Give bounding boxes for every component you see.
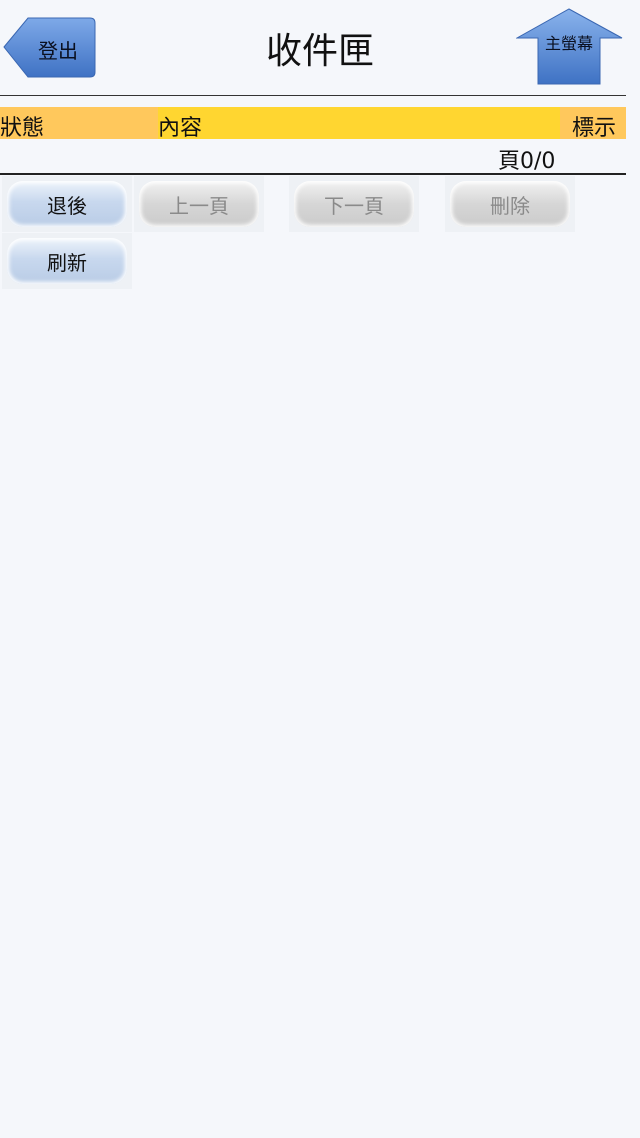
inbox-screen: 登出 收件匣 主螢幕 狀態 內容 標示 頁0/0 退後 上一頁 下一頁 刪除 刷… [0, 0, 640, 1138]
home-label: 主螢幕 [544, 34, 593, 53]
column-content: 內容 [158, 116, 203, 141]
button-cell: 退後 [2, 176, 132, 232]
refresh-button[interactable]: 刷新 [7, 238, 127, 284]
page-indicator: 頁0/0 [498, 149, 556, 174]
button-cell: 刷新 [2, 233, 132, 289]
message-table-header: 狀態 內容 標示 [0, 107, 626, 141]
header-bar: 登出 收件匣 主螢幕 [0, 0, 640, 96]
delete-button[interactable]: 刪除 [450, 181, 570, 227]
button-cell: 上一頁 [134, 176, 264, 232]
table-divider [0, 173, 626, 175]
column-flag: 標示 [571, 116, 616, 141]
previous-page-button[interactable]: 上一頁 [139, 181, 259, 227]
back-button[interactable]: 退後 [7, 181, 127, 227]
column-status: 狀態 [0, 116, 45, 141]
next-page-button[interactable]: 下一頁 [294, 181, 414, 227]
header-divider [0, 95, 626, 96]
home-screen-button[interactable]: 主螢幕 [516, 8, 624, 86]
button-cell: 刪除 [445, 176, 575, 232]
button-cell: 下一頁 [289, 176, 419, 232]
